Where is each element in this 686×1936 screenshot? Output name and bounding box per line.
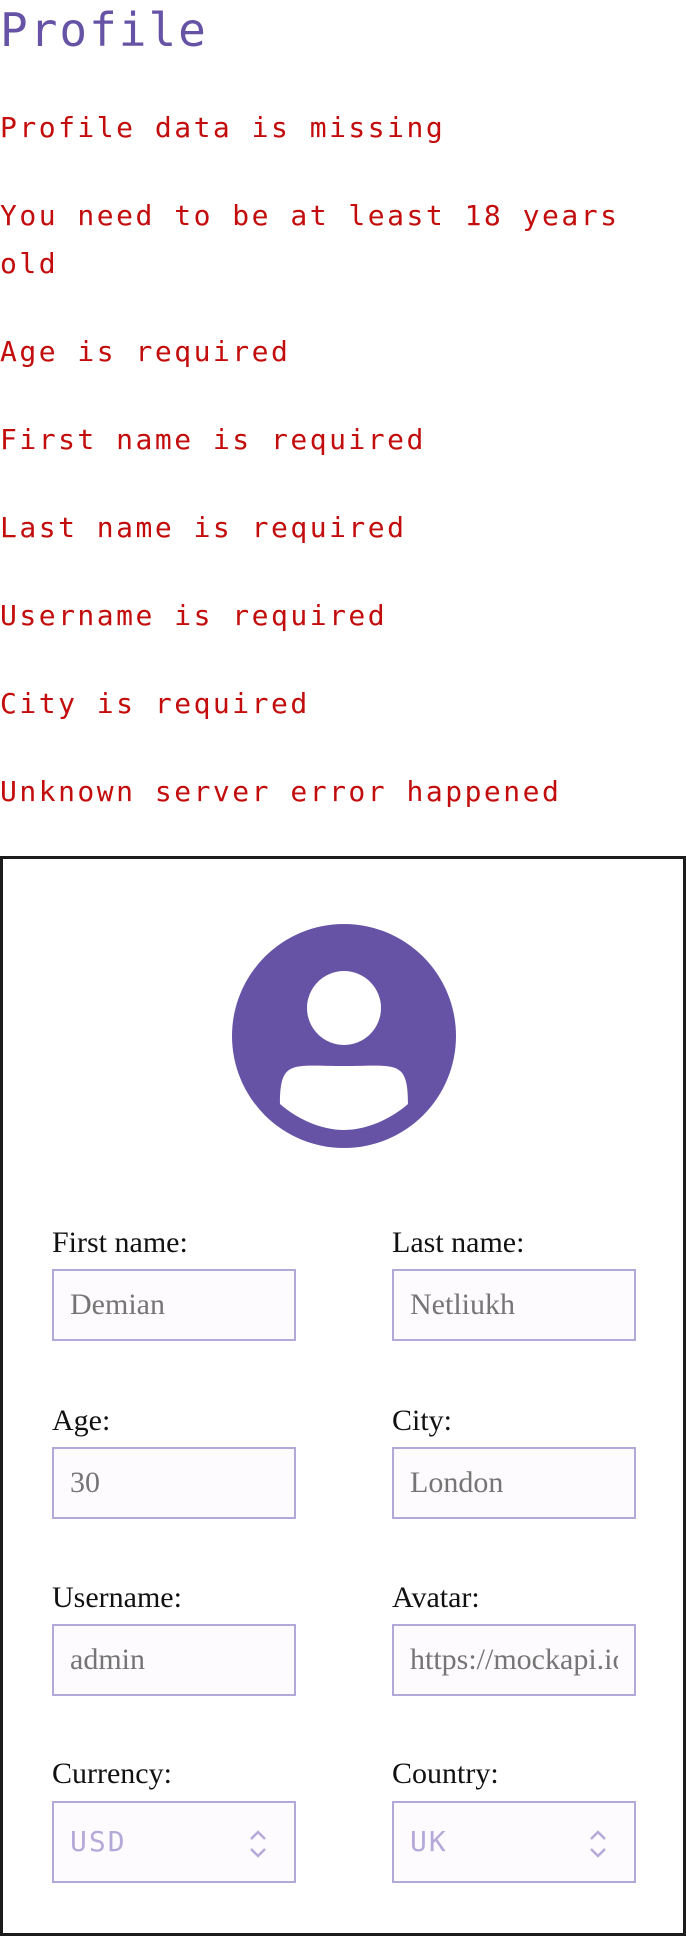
avatar-field: Avatar: bbox=[392, 1581, 636, 1696]
error-message: You need to be at least 18 years old bbox=[0, 199, 620, 280]
currency-label: Currency: bbox=[52, 1757, 172, 1790]
username-label: Username: bbox=[52, 1581, 182, 1614]
page-title: Profile bbox=[0, 3, 208, 57]
city-field: City: bbox=[392, 1404, 636, 1519]
last-name-field: Last name: bbox=[392, 1226, 636, 1341]
age-field: Age: bbox=[52, 1404, 296, 1519]
error-message: Username is required bbox=[0, 599, 388, 632]
country-field: Country: UK bbox=[392, 1757, 636, 1883]
username-input[interactable] bbox=[52, 1624, 296, 1696]
profile-card: First name: Last name: Age: City: Userna… bbox=[0, 856, 686, 1936]
city-input[interactable] bbox=[392, 1447, 636, 1519]
age-input[interactable] bbox=[52, 1447, 296, 1519]
chevron-up-down-icon bbox=[590, 1830, 606, 1858]
error-list: Profile data is missing You need to be a… bbox=[0, 104, 686, 856]
currency-select-value: USD bbox=[70, 1825, 127, 1858]
avatar-label: Avatar: bbox=[392, 1581, 480, 1614]
country-label: Country: bbox=[392, 1757, 499, 1790]
avatar-url-input[interactable] bbox=[392, 1624, 636, 1696]
currency-select[interactable]: USD bbox=[52, 1801, 296, 1883]
chevron-up-down-icon bbox=[250, 1830, 266, 1858]
country-select-value: UK bbox=[410, 1825, 448, 1858]
error-message: Profile data is missing bbox=[0, 111, 446, 144]
currency-field: Currency: USD bbox=[52, 1757, 296, 1883]
first-name-input[interactable] bbox=[52, 1269, 296, 1341]
first-name-field: First name: bbox=[52, 1226, 296, 1341]
error-message: Last name is required bbox=[0, 511, 407, 544]
user-avatar-icon bbox=[232, 924, 456, 1148]
error-message: First name is required bbox=[0, 423, 426, 456]
error-message: City is required bbox=[0, 687, 310, 720]
error-message: Age is required bbox=[0, 335, 291, 368]
age-label: Age: bbox=[52, 1404, 111, 1437]
username-field: Username: bbox=[52, 1581, 296, 1696]
country-select[interactable]: UK bbox=[392, 1801, 636, 1883]
first-name-label: First name: bbox=[52, 1226, 188, 1259]
last-name-label: Last name: bbox=[392, 1226, 525, 1259]
city-label: City: bbox=[392, 1404, 453, 1437]
error-message: Unknown server error happened bbox=[0, 775, 562, 808]
last-name-input[interactable] bbox=[392, 1269, 636, 1341]
